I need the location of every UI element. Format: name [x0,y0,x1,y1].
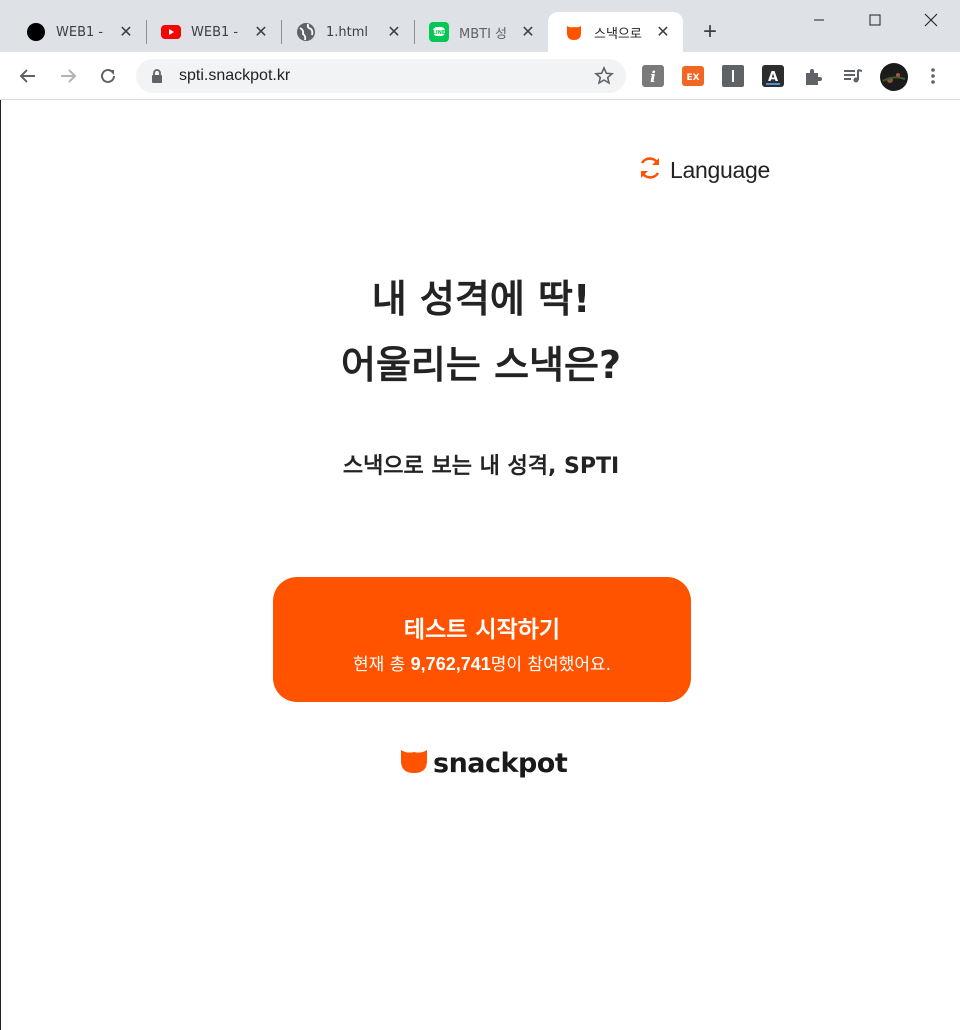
info-extension-icon[interactable]: i [642,65,664,87]
tab-1-html[interactable]: 1.html ✕ [280,12,414,52]
media-control-icon[interactable] [842,65,864,87]
back-arrow-icon[interactable] [12,60,44,92]
count-prefix: 현재 총 [352,655,411,675]
browser-toolbar: spti.snackpot.kr i EX A [0,52,960,100]
puzzle-extensions-icon[interactable] [802,65,824,87]
svg-text:A: A [768,70,778,85]
bar-extension-icon[interactable] [722,65,744,87]
new-tab-plus-icon[interactable]: + [697,20,723,46]
lock-icon[interactable] [151,69,163,88]
snackpot-logo[interactable]: snackpot [400,748,568,779]
tab-snackpot-active[interactable]: 스낵으로 ✕ [548,12,683,52]
youtube-icon [161,22,181,42]
ex-extension-icon[interactable]: EX [682,65,704,87]
tab-strip: WEB1 - ✕ WEB1 - ✕ 1.html ✕ LINE MBTI 성 ✕… [0,0,960,52]
svg-text:EX: EX [686,73,699,83]
more-menu-icon[interactable] [922,65,944,87]
tab-mbti[interactable]: LINE MBTI 성 ✕ [413,12,548,52]
address-bar[interactable]: spti.snackpot.kr [136,59,626,93]
line-app-icon: LINE [429,22,449,42]
tab-title: MBTI 성 [459,26,508,42]
start-test-button[interactable]: 테스트 시작하기 현재 총 9,762,741명이 참여했어요. [273,577,691,702]
hero-title-line2: 어울리는 스낵은? [341,343,621,387]
svg-text:LINE: LINE [433,30,446,36]
tab-title: WEB1 - [56,24,104,40]
tab-title: 스낵으로 [594,26,642,42]
forward-arrow-icon[interactable] [52,60,84,92]
language-label[interactable]: Language [670,157,770,184]
black-circle-icon [26,22,46,42]
profile-avatar[interactable] [880,63,908,91]
count-suffix: 명이 참여했어요. [490,655,612,675]
minimize-icon[interactable] [796,0,842,40]
maximize-icon[interactable] [852,0,898,40]
svg-text:i: i [650,68,656,86]
window-close-icon[interactable] [908,0,954,40]
tab-web1-youtube[interactable]: WEB1 - ✕ [145,12,281,52]
globe-icon [296,22,316,42]
bookmark-star-icon[interactable] [594,66,614,91]
tab-title: WEB1 - [191,24,239,40]
hero-title-line1: 내 성격에 딱! [371,277,591,321]
participant-count-text: 현재 총 9,762,741명이 참여했어요. [273,650,691,675]
page-content: Language 내 성격에 딱! 어울리는 스낵은? 스낵으로 보는 내 성격… [0,100,960,1030]
close-icon[interactable]: ✕ [653,22,673,42]
snackpot-icon [564,22,584,42]
url-text[interactable]: spti.snackpot.kr [179,67,290,85]
font-extension-icon[interactable]: A [762,65,784,87]
reload-icon[interactable] [92,60,124,92]
close-icon[interactable]: ✕ [251,22,271,42]
close-icon[interactable]: ✕ [116,22,136,42]
snackpot-logo-icon [400,748,428,779]
refresh-arrows-icon [637,155,663,186]
tab-title: 1.html [326,24,369,40]
start-test-label[interactable]: 테스트 시작하기 [273,610,691,644]
close-icon[interactable]: ✕ [384,22,404,42]
brand-name: snackpot [433,748,568,779]
tab-web1-first[interactable]: WEB1 - ✕ [10,12,146,52]
close-icon[interactable]: ✕ [518,22,538,42]
subtitle: 스낵으로 보는 내 성격, SPTI [342,454,620,479]
participant-count: 9,762,741 [410,654,491,674]
language-selector[interactable]: Language [637,155,770,186]
